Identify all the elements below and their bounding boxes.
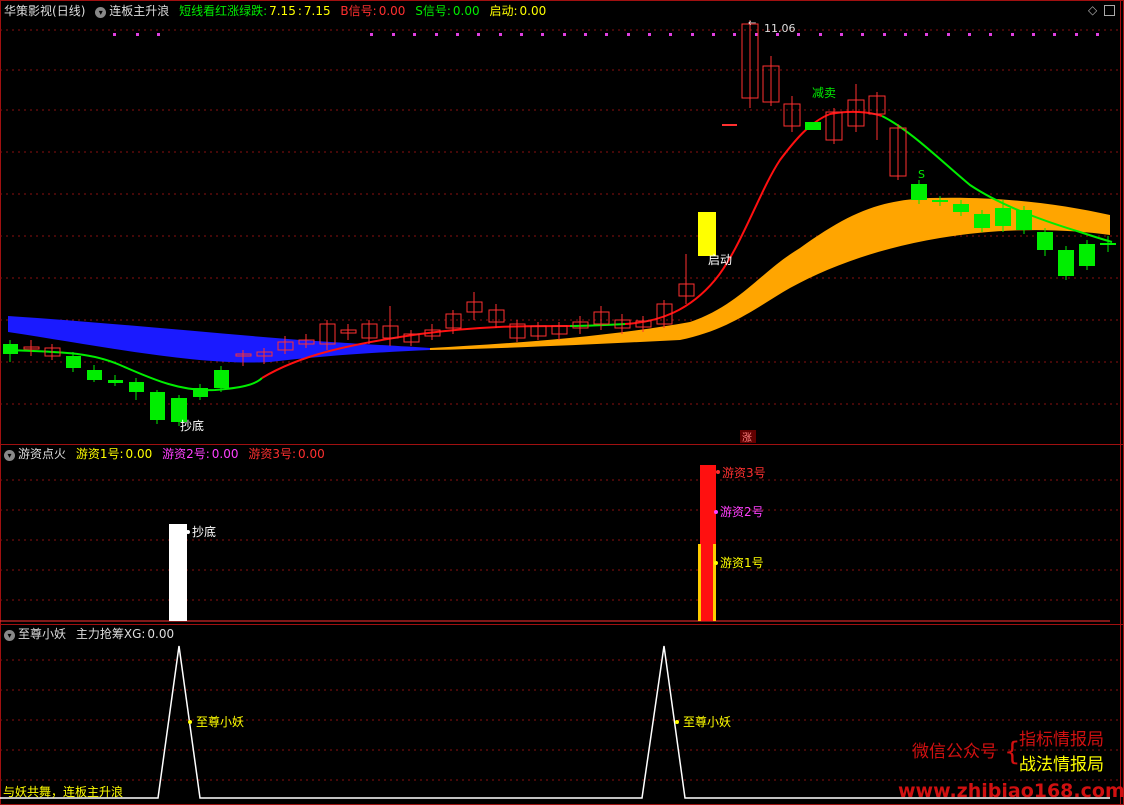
yz1-dot bbox=[714, 561, 718, 565]
panel3-footer: 与妖共舞，连板主升浪 bbox=[3, 784, 123, 799]
bottom-dot bbox=[186, 530, 190, 534]
start-signal-block bbox=[698, 212, 716, 256]
peak-label: 11.06 bbox=[764, 22, 796, 35]
candle bbox=[1100, 243, 1116, 245]
candle bbox=[722, 124, 737, 126]
panel-frames bbox=[0, 0, 1124, 805]
bar-yz2-label: 游资2号 bbox=[720, 505, 764, 519]
peak-arrow: ← bbox=[748, 18, 756, 29]
candle bbox=[995, 208, 1011, 226]
yz1-bar-left bbox=[698, 544, 701, 621]
zhang-label: 涨 bbox=[742, 432, 752, 444]
candle bbox=[87, 370, 102, 380]
start-annotation: 启动 bbox=[708, 253, 732, 267]
candle bbox=[911, 184, 927, 200]
candle bbox=[150, 392, 165, 420]
bottom-bar bbox=[169, 524, 187, 621]
sell-label: 减卖 bbox=[812, 86, 836, 100]
bottom-label: 抄底 bbox=[180, 418, 204, 433]
candle bbox=[214, 370, 229, 388]
top-markers bbox=[113, 33, 1099, 36]
candle bbox=[108, 380, 123, 383]
candle bbox=[974, 214, 990, 228]
s-marker: S bbox=[918, 168, 925, 181]
wm-line1: 指标情报局 bbox=[1019, 730, 1104, 750]
wm-url: www.zhibiao168.com bbox=[898, 780, 1124, 802]
yz3-dot bbox=[716, 470, 720, 474]
zzxy-dot-2 bbox=[675, 720, 679, 724]
candle bbox=[805, 122, 821, 130]
bar-bottom-label: 抄底 bbox=[192, 524, 216, 539]
candle bbox=[1037, 232, 1053, 250]
zzxy-dot-1 bbox=[188, 720, 192, 724]
candle bbox=[1058, 250, 1074, 276]
zzxy-peak2-label: 至尊小妖 bbox=[683, 714, 731, 729]
candle bbox=[66, 356, 81, 368]
bar-yz3-label: 游资3号 bbox=[722, 466, 766, 480]
candle bbox=[3, 344, 18, 354]
wm-line2: 战法情报局 bbox=[1019, 755, 1104, 775]
zzxy-line bbox=[0, 645, 1110, 799]
grid-lines bbox=[0, 29, 1120, 781]
candle bbox=[193, 388, 208, 397]
candle bbox=[129, 382, 144, 392]
yz2-dot bbox=[714, 510, 718, 514]
blue-band bbox=[8, 316, 430, 363]
zzxy-peak1-label: 至尊小妖 bbox=[196, 714, 244, 729]
candle bbox=[1016, 210, 1032, 230]
chart-canvas[interactable]: 11.06 ← 减卖 S 启动 抄底 涨 抄底 游资3号 游资2号 游资1号 至… bbox=[0, 0, 1124, 805]
candle bbox=[1079, 244, 1095, 266]
bar-yz1-label: 游资1号 bbox=[720, 556, 764, 570]
yz1-bar-right bbox=[713, 544, 716, 621]
candle bbox=[953, 204, 969, 212]
wm-wechat: 微信公众号 bbox=[912, 742, 997, 762]
candle bbox=[932, 200, 948, 202]
